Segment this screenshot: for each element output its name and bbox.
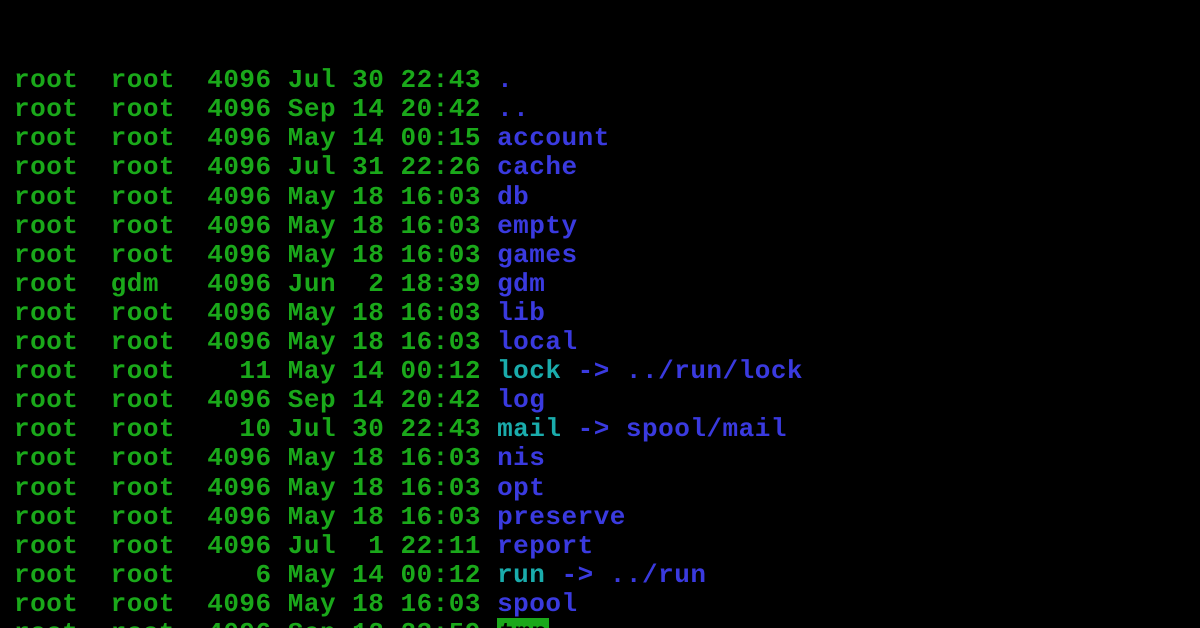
ls-meta: root root 4096 May 18 16:03 — [14, 589, 497, 619]
ls-name: run — [497, 560, 545, 590]
ls-row: root root 10 Jul 30 22:43 mail -> spool/… — [14, 415, 1186, 444]
ls-row: root root 4096 May 14 00:15 account — [14, 124, 1186, 153]
ls-row: root root 4096 Jul 31 22:26 cache — [14, 153, 1186, 182]
ls-row: root root 4096 May 18 16:03 spool — [14, 590, 1186, 619]
ls-meta: root gdm 4096 Jun 2 18:39 — [14, 269, 497, 299]
ls-name: opt — [497, 473, 545, 503]
ls-row: root root 4096 Jul 30 22:43 . — [14, 66, 1186, 95]
ls-meta: root root 4096 Sep 14 20:42 — [14, 385, 497, 415]
ls-row: root root 4096 May 18 16:03 games — [14, 241, 1186, 270]
ls-name: .. — [497, 94, 529, 124]
ls-row: root root 4096 Sep 14 20:42 .. — [14, 95, 1186, 124]
ls-row: root root 4096 May 18 16:03 opt — [14, 474, 1186, 503]
ls-name: games — [497, 240, 578, 270]
ls-meta: root root 4096 May 18 16:03 — [14, 502, 497, 532]
ls-row: root root 4096 May 18 16:03 local — [14, 328, 1186, 357]
ls-meta: root root 4096 May 18 16:03 — [14, 182, 497, 212]
ls-link-target: -> spool/mail — [562, 414, 787, 444]
ls-name: preserve — [497, 502, 626, 532]
ls-meta: root root 4096 Jul 31 22:26 — [14, 152, 497, 182]
ls-row: root root 4096 Sep 12 23:59 tmp — [14, 619, 1186, 628]
ls-name: lock — [497, 356, 561, 386]
ls-meta: root root 4096 Jul 1 22:11 — [14, 531, 497, 561]
ls-name: local — [497, 327, 578, 357]
terminal-output[interactable]: root root 4096 Jul 30 22:43 .root root 4… — [0, 0, 1200, 628]
ls-row: root root 4096 May 18 16:03 nis — [14, 444, 1186, 473]
ls-name: cache — [497, 152, 578, 182]
ls-name: . — [497, 65, 513, 95]
ls-meta: root root 4096 Jul 30 22:43 — [14, 65, 497, 95]
ls-meta: root root 4096 May 18 16:03 — [14, 327, 497, 357]
ls-row: root root 4096 May 18 16:03 db — [14, 183, 1186, 212]
ls-name: tmp — [497, 618, 549, 628]
ls-meta: root root 4096 May 14 00:15 — [14, 123, 497, 153]
ls-row: root root 4096 May 18 16:03 preserve — [14, 503, 1186, 532]
ls-row: root root 6 May 14 00:12 run -> ../run — [14, 561, 1186, 590]
ls-name: mail — [497, 414, 561, 444]
ls-name: log — [497, 385, 545, 415]
ls-row: root root 4096 Sep 14 20:42 log — [14, 386, 1186, 415]
ls-name: db — [497, 182, 529, 212]
ls-link-target: -> ../run/lock — [562, 356, 804, 386]
ls-name: nis — [497, 443, 545, 473]
ls-meta: root root 4096 May 18 16:03 — [14, 240, 497, 270]
ls-meta: root root 4096 May 18 16:03 — [14, 211, 497, 241]
ls-name: account — [497, 123, 610, 153]
ls-meta: root root 4096 May 18 16:03 — [14, 473, 497, 503]
ls-row: root root 4096 May 18 16:03 lib — [14, 299, 1186, 328]
ls-meta: root root 4096 Sep 12 23:59 — [14, 618, 497, 628]
ls-meta: root root 4096 May 18 16:03 — [14, 443, 497, 473]
ls-row: root gdm 4096 Jun 2 18:39 gdm — [14, 270, 1186, 299]
ls-name: empty — [497, 211, 578, 241]
ls-meta: root root 10 Jul 30 22:43 — [14, 414, 497, 444]
ls-row: root root 4096 May 18 16:03 empty — [14, 212, 1186, 241]
ls-meta: root root 6 May 14 00:12 — [14, 560, 497, 590]
ls-meta: root root 4096 May 18 16:03 — [14, 298, 497, 328]
ls-name: report — [497, 531, 594, 561]
ls-link-target: -> ../run — [545, 560, 706, 590]
ls-row: root root 4096 Jul 1 22:11 report — [14, 532, 1186, 561]
ls-name: spool — [497, 589, 578, 619]
ls-meta: root root 4096 Sep 14 20:42 — [14, 94, 497, 124]
ls-name: lib — [497, 298, 545, 328]
ls-name: gdm — [497, 269, 545, 299]
ls-meta: root root 11 May 14 00:12 — [14, 356, 497, 386]
ls-row: root root 11 May 14 00:12 lock -> ../run… — [14, 357, 1186, 386]
